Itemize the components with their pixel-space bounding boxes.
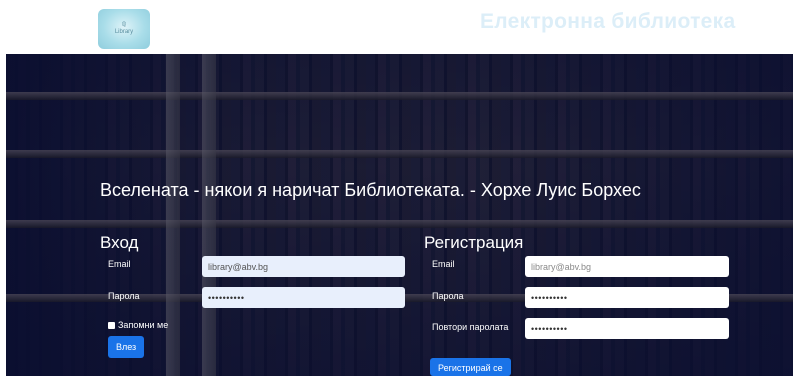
ladder-rail xyxy=(202,54,216,376)
shelf-divider xyxy=(6,150,793,158)
site-title: Електронна библиотека xyxy=(480,10,736,33)
login-password-input[interactable] xyxy=(202,287,405,308)
hero-quote: Вселената - някои я наричат Библиотеката… xyxy=(100,180,641,200)
shelf-divider xyxy=(6,92,793,100)
register-confirm-label: Повтори паролата xyxy=(432,322,509,332)
login-password-label: Парола xyxy=(108,291,140,301)
login-email-input[interactable] xyxy=(202,256,405,277)
register-email-input[interactable] xyxy=(525,256,729,277)
site-logo[interactable]: ℚ Library xyxy=(98,9,150,49)
login-title: Вход xyxy=(100,233,139,252)
remember-me[interactable]: Запомни ме xyxy=(108,320,168,330)
register-title: Регистрация xyxy=(424,233,524,252)
register-password-label: Парола xyxy=(432,291,464,301)
register-password-input[interactable] xyxy=(525,287,729,308)
logo-mark: ℚ xyxy=(121,22,127,28)
register-email-label: Email xyxy=(432,259,455,269)
remember-label: Запомни ме xyxy=(118,320,169,330)
login-button[interactable]: Влез xyxy=(108,336,145,358)
shelf-divider xyxy=(6,220,793,228)
login-email-label: Email xyxy=(108,259,131,269)
remember-checkbox[interactable] xyxy=(108,321,115,329)
register-confirm-input[interactable] xyxy=(525,318,729,339)
register-button[interactable]: Регистрирай се xyxy=(430,358,511,376)
logo-text: Library xyxy=(114,29,134,35)
site-header: ℚ Library Електронна библиотека xyxy=(0,0,797,54)
